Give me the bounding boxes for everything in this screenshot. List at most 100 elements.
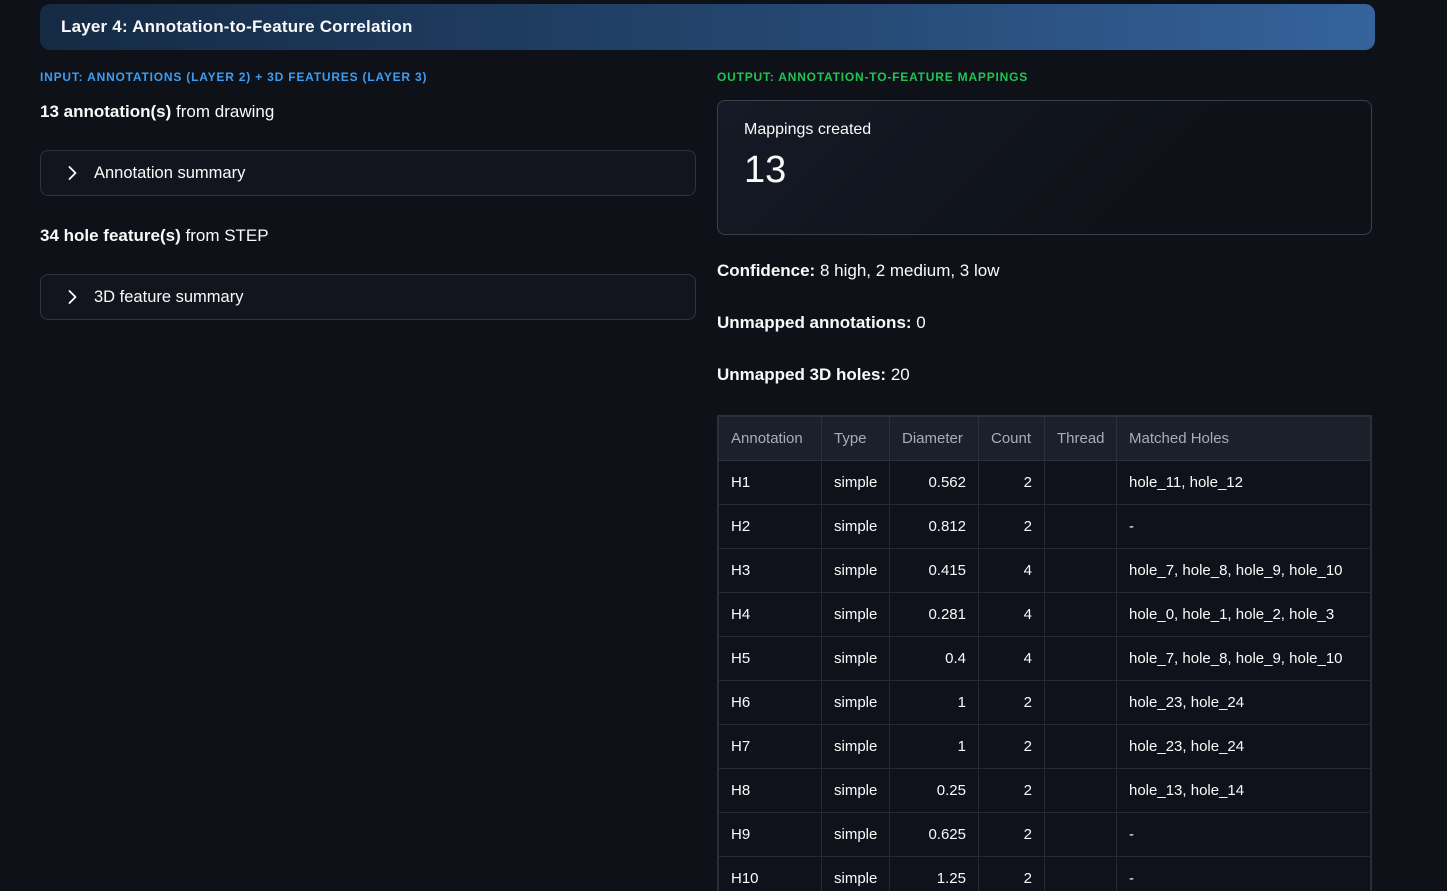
features-count-line: 34 hole feature(s) from STEP <box>40 224 696 248</box>
table-cell-thread <box>1044 460 1117 505</box>
table-row: H4 simple 0.281 4 hole_0, hole_1, hole_2, ho… <box>718 592 1371 637</box>
metric-value: 13 <box>744 149 787 191</box>
unmapped-annotations-line: Unmapped annotations: 0 <box>717 311 1372 335</box>
table-cell-count: 2 <box>978 504 1045 549</box>
table-cell-count: 2 <box>978 812 1045 857</box>
table-cell-annotation: H4 <box>718 592 822 637</box>
page-title: Layer 4: Annotation-to-Feature Correlati… <box>61 17 413 36</box>
mappings-table-container[interactable]: Annotation Type Diameter Count Thread Matched… <box>717 415 1372 891</box>
table-cell-diameter: 0.812 <box>889 504 979 549</box>
table-cell-count: 2 <box>978 460 1045 505</box>
column-header-count[interactable]: Count <box>978 416 1045 461</box>
annotations-count-line: 13 annotation(s) from drawing <box>40 100 696 124</box>
table-cell-matched-holes: hole_7, hole_8, hole_9, hole_10 <box>1116 636 1371 681</box>
table-cell-annotation: H5 <box>718 636 822 681</box>
table-cell-annotation: H8 <box>718 768 822 813</box>
mappings-created-card: Mappings created 13 <box>717 100 1372 235</box>
layer-header-banner: Layer 4: Annotation-to-Feature Correlati… <box>40 4 1375 50</box>
table-cell-matched-holes: - <box>1116 504 1371 549</box>
table-row: H9 simple 0.625 2 - <box>718 812 1371 857</box>
table-cell-type: simple <box>821 636 890 681</box>
table-cell-thread <box>1044 724 1117 769</box>
confidence-value: 8 high, 2 medium, 3 low <box>815 261 1000 280</box>
table-cell-thread <box>1044 636 1117 681</box>
table-cell-matched-holes: hole_0, hole_1, hole_2, hole_3 <box>1116 592 1371 637</box>
table-cell-matched-holes: hole_7, hole_8, hole_9, hole_10 <box>1116 548 1371 593</box>
table-cell-type: simple <box>821 548 890 593</box>
table-cell-matched-holes: hole_23, hole_24 <box>1116 724 1371 769</box>
table-cell-type: simple <box>821 680 890 725</box>
table-cell-matched-holes: - <box>1116 812 1371 857</box>
table-cell-thread <box>1044 504 1117 549</box>
table-cell-count: 4 <box>978 548 1045 593</box>
page: Layer 4: Annotation-to-Feature Correlati… <box>0 0 1447 891</box>
table-cell-thread <box>1044 592 1117 637</box>
output-section-label: OUTPUT: ANNOTATION-TO-FEATURE MAPPINGS <box>717 70 1029 84</box>
table-row: H1 simple 0.562 2 hole_11, hole_12 <box>718 460 1371 505</box>
column-header-thread[interactable]: Thread <box>1044 416 1117 461</box>
unmapped-holes-line: Unmapped 3D holes: 20 <box>717 363 1372 387</box>
table-cell-diameter: 1 <box>889 680 979 725</box>
table-cell-diameter: 0.625 <box>889 812 979 857</box>
input-column: INPUT: ANNOTATIONS (LAYER 2) + 3D FEATUR… <box>40 70 696 891</box>
table-cell-matched-holes: hole_11, hole_12 <box>1116 460 1371 505</box>
table-cell-type: simple <box>821 856 890 891</box>
table-header-row: Annotation Type Diameter Count Thread Matched… <box>718 416 1371 461</box>
table-cell-diameter: 0.4 <box>889 636 979 681</box>
table-cell-count: 2 <box>978 856 1045 891</box>
column-header-annotation[interactable]: Annotation <box>718 416 822 461</box>
confidence-label: Confidence: <box>717 261 816 280</box>
table-cell-matched-holes: hole_13, hole_14 <box>1116 768 1371 813</box>
table-cell-annotation: H9 <box>718 812 822 857</box>
feature-summary-expander[interactable]: 3D feature summary <box>40 274 696 320</box>
table-cell-annotation: H2 <box>718 504 822 549</box>
chevron-right-icon <box>68 166 77 180</box>
main-columns: INPUT: ANNOTATIONS (LAYER 2) + 3D FEATUR… <box>40 70 1372 891</box>
table-cell-diameter: 0.25 <box>889 768 979 813</box>
table-cell-type: simple <box>821 504 890 549</box>
table-cell-diameter: 1.25 <box>889 856 979 891</box>
table-cell-thread <box>1044 768 1117 813</box>
table-cell-annotation: H10 <box>718 856 822 891</box>
table-cell-thread <box>1044 548 1117 593</box>
table-cell-annotation: H3 <box>718 548 822 593</box>
table-cell-type: simple <box>821 460 890 505</box>
unmapped-holes-value: 20 <box>886 365 910 384</box>
column-header-type[interactable]: Type <box>821 416 890 461</box>
table-cell-matched-holes: - <box>1116 856 1371 891</box>
table-cell-count: 2 <box>978 768 1045 813</box>
table-row: H5 simple 0.4 4 hole_7, hole_8, hole_9, hole… <box>718 636 1371 681</box>
annotation-summary-expander[interactable]: Annotation summary <box>40 150 696 196</box>
table-cell-thread <box>1044 856 1117 891</box>
annotation-summary-label: Annotation summary <box>94 163 246 182</box>
features-source: from STEP <box>180 226 269 245</box>
table-cell-type: simple <box>821 724 890 769</box>
table-cell-count: 4 <box>978 592 1045 637</box>
table-cell-annotation: H6 <box>718 680 822 725</box>
table-cell-count: 4 <box>978 636 1045 681</box>
annotations-source: from drawing <box>171 102 275 121</box>
feature-summary-label: 3D feature summary <box>94 287 244 306</box>
unmapped-annotations-label: Unmapped annotations: <box>717 313 912 332</box>
table-cell-diameter: 1 <box>889 724 979 769</box>
unmapped-holes-label: Unmapped 3D holes: <box>717 365 887 384</box>
table-row: H10 simple 1.25 2 - <box>718 856 1371 891</box>
table-cell-type: simple <box>821 592 890 637</box>
table-cell-matched-holes: hole_23, hole_24 <box>1116 680 1371 725</box>
metric-label: Mappings created <box>744 121 872 138</box>
annotations-count: 13 annotation(s) <box>40 102 172 121</box>
table-cell-count: 2 <box>978 724 1045 769</box>
table-cell-diameter: 0.562 <box>889 460 979 505</box>
column-header-diameter[interactable]: Diameter <box>889 416 979 461</box>
table-cell-type: simple <box>821 812 890 857</box>
column-header-matched-holes[interactable]: Matched Holes <box>1116 416 1371 461</box>
table-cell-count: 2 <box>978 680 1045 725</box>
table-cell-diameter: 0.415 <box>889 548 979 593</box>
input-section-label: INPUT: ANNOTATIONS (LAYER 2) + 3D FEATUR… <box>40 70 428 84</box>
table-cell-annotation: H1 <box>718 460 822 505</box>
confidence-line: Confidence: 8 high, 2 medium, 3 low <box>717 259 1372 283</box>
mappings-table: Annotation Type Diameter Count Thread Matched… <box>718 416 1371 891</box>
table-row: H3 simple 0.415 4 hole_7, hole_8, hole_9, ho… <box>718 548 1371 593</box>
table-row: H8 simple 0.25 2 hole_13, hole_14 <box>718 768 1371 813</box>
output-column: OUTPUT: ANNOTATION-TO-FEATURE MAPPINGS M… <box>717 70 1372 891</box>
